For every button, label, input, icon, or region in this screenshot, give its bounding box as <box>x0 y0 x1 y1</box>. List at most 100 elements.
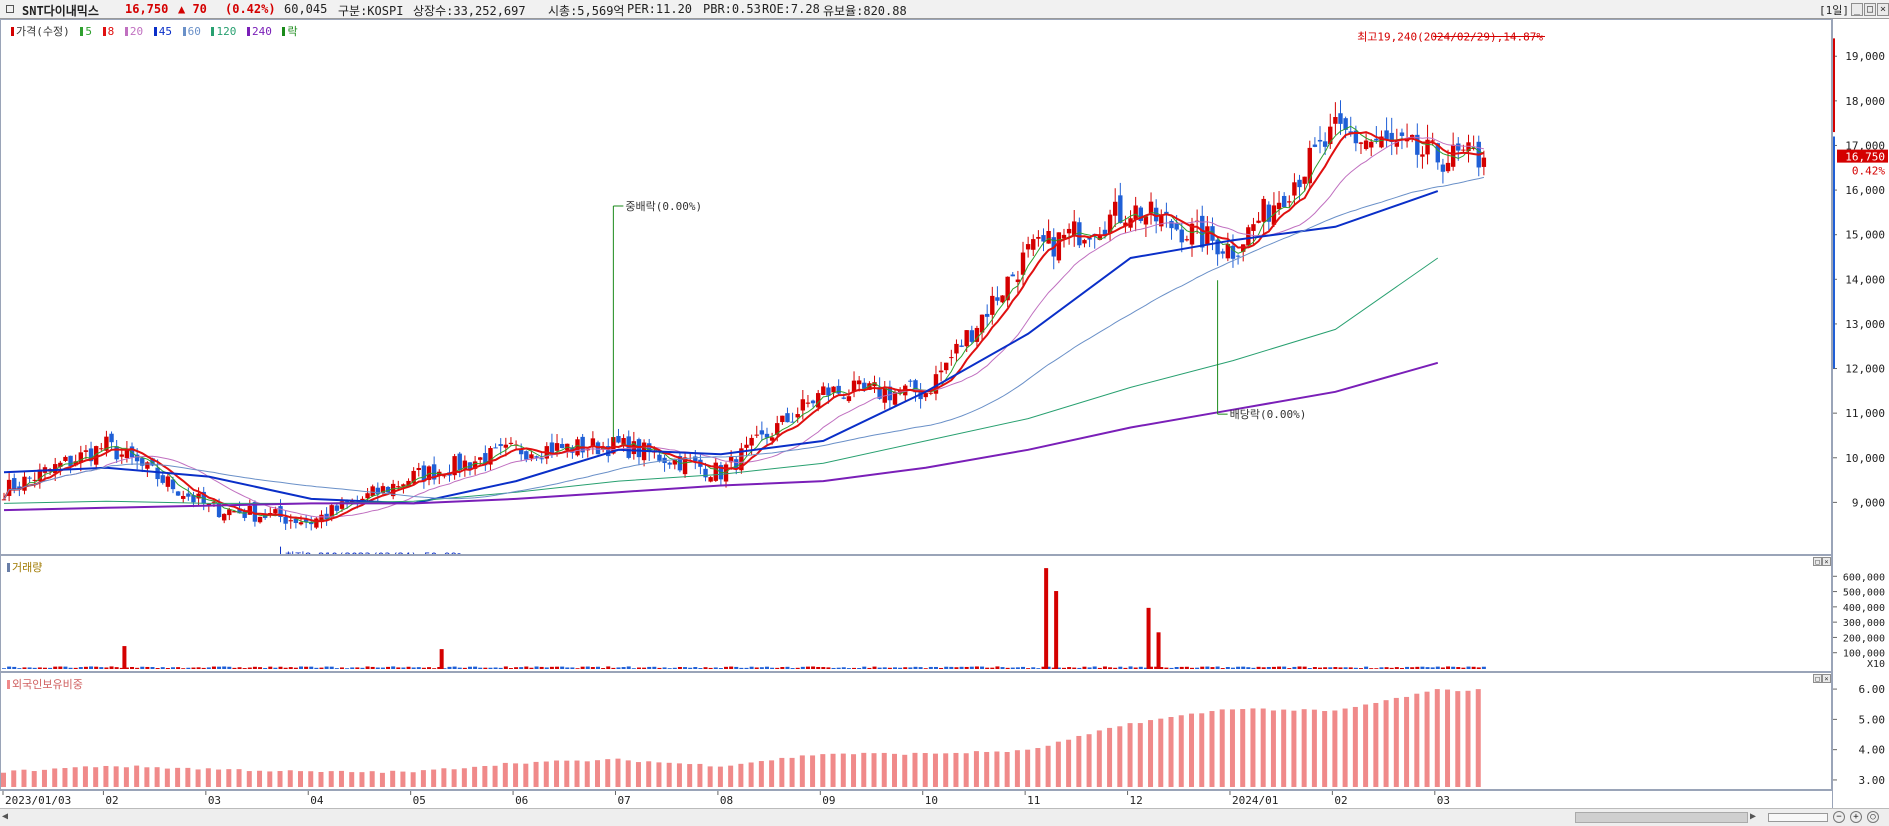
volume-bar <box>32 667 37 669</box>
volume-bar <box>831 667 836 669</box>
foreign-ratio-chart[interactable] <box>1 673 1831 789</box>
foreign-ratio-bar <box>922 753 928 787</box>
candle-body <box>498 444 503 446</box>
minimize-button[interactable]: _ <box>1851 3 1863 16</box>
volume-bar <box>1343 667 1348 669</box>
foreign-pane-min-button[interactable]: □ <box>1813 674 1822 683</box>
candle-body <box>785 413 790 423</box>
foreign-scale[interactable]: 6.00 5.00 4.00 3.00 <box>1832 672 1889 790</box>
foreign-ratio-bar <box>1158 718 1164 787</box>
close-button[interactable]: × <box>1877 3 1889 16</box>
foreign-ratio-bar <box>226 769 232 787</box>
foreign-ratio-bar <box>646 761 652 787</box>
price-scale[interactable]: 19,000 18,000 17,000 16,000 15,000 14,000 13,0… <box>1832 19 1889 555</box>
volume-bar <box>355 667 360 669</box>
volume-bar <box>990 667 995 669</box>
volume-bar <box>12 666 17 669</box>
foreign-ratio-bar <box>1383 700 1389 787</box>
volume-pane-close-button[interactable]: × <box>1822 557 1831 566</box>
volume-bar <box>980 666 985 669</box>
volume-bar <box>104 667 109 669</box>
volume-bar <box>211 666 216 669</box>
chart-scrollbar[interactable]: ◀ ▶ − + ○ <box>0 808 1889 826</box>
foreign-ratio-bar <box>1342 708 1348 787</box>
foreign-ratio-bar <box>175 767 181 787</box>
foreign-ratio-bar <box>973 751 979 787</box>
volume-bar <box>94 666 99 669</box>
candle-body <box>1205 226 1210 246</box>
zoom-in-icon[interactable]: + <box>1850 811 1862 823</box>
volume-bar <box>1466 666 1471 669</box>
candle-body <box>181 495 186 499</box>
volume-bar <box>350 667 355 669</box>
candle-body <box>657 454 662 461</box>
candle-body <box>1025 244 1031 250</box>
foreign-pane-close-button[interactable]: × <box>1822 674 1831 683</box>
volume-bar <box>1118 666 1123 669</box>
volume-pane[interactable]: 거래량 □ × <box>0 555 1832 672</box>
volume-tick-label: 500,000 <box>1843 588 1885 599</box>
candle-body <box>995 297 1000 301</box>
volume-pane-min-button[interactable]: □ <box>1813 557 1822 566</box>
foreign-ratio-bar <box>1035 748 1041 787</box>
candle-body <box>754 434 759 436</box>
candle-body <box>1430 140 1435 142</box>
scroll-right-arrow[interactable]: ▶ <box>1750 811 1756 822</box>
scroll-left-arrow[interactable]: ◀ <box>2 811 8 822</box>
price-tick-label: 19,000 <box>1845 50 1885 63</box>
shares-label: 상장수:33,252,697 <box>413 4 526 18</box>
price-pane[interactable]: 최고19,240(2024/02/29),14.87% 최저8,210(2023/… <box>0 19 1832 555</box>
scroll-thumb[interactable] <box>1575 812 1748 823</box>
candle-body <box>1292 182 1297 196</box>
volume-bar <box>575 668 580 669</box>
volume-bar <box>1179 666 1184 669</box>
candle-body <box>109 433 114 443</box>
volume-bar <box>1420 666 1425 669</box>
foreign-ratio-pane[interactable]: 외국인보유비중 □ × <box>0 672 1832 790</box>
zoom-out-icon[interactable]: − <box>1833 811 1845 823</box>
volume-bar <box>887 667 892 669</box>
candle-body <box>759 430 765 435</box>
candle-body <box>524 451 529 460</box>
legend-ma5: 5 <box>85 25 92 38</box>
foreign-ratio-bar <box>523 763 529 787</box>
volume-bar <box>596 666 600 669</box>
volume-bar <box>1000 667 1005 669</box>
foreign-ratio-bar <box>635 762 641 787</box>
volume-bar <box>68 667 73 669</box>
range-slider[interactable] <box>1768 813 1828 822</box>
volume-bar <box>1405 666 1410 669</box>
stock-name[interactable]: SNT다이내믹스 <box>22 2 99 19</box>
volume-bar <box>78 667 83 669</box>
volume-bar <box>268 666 273 669</box>
volume-bar <box>1399 667 1404 669</box>
volume-bar <box>1435 666 1440 669</box>
zoom-reset-icon[interactable]: ○ <box>1867 811 1879 823</box>
volume-scale[interactable]: 600,000 500,000 400,000 300,000 200,000 100,0… <box>1832 555 1889 672</box>
price-tick-label: 12,000 <box>1845 363 1885 376</box>
maximize-button[interactable]: □ <box>1864 3 1876 16</box>
period-label[interactable]: [1일] <box>1819 2 1849 18</box>
candle-body <box>1312 144 1318 147</box>
legend-price: 가격(수정) <box>16 25 70 38</box>
candle-body <box>1307 147 1312 184</box>
price-chart[interactable]: 최고19,240(2024/02/29),14.87% 최저8,210(2023/… <box>1 20 1831 554</box>
candle-body <box>908 380 913 382</box>
candle-body <box>1179 229 1184 243</box>
volume-peak-bar <box>1146 607 1151 669</box>
foreign-ratio-bar <box>932 753 938 787</box>
foreign-ratio-bar <box>1301 709 1307 787</box>
volume-chart[interactable] <box>1 556 1831 671</box>
volume-bar <box>155 668 160 669</box>
volume-bar <box>534 666 539 669</box>
volume-bar <box>636 667 641 669</box>
foreign-ratio-bar <box>605 759 611 787</box>
volume-bar <box>590 667 595 669</box>
foreign-ratio-bar <box>656 762 662 787</box>
candle-body <box>1276 202 1282 210</box>
candle-body <box>1020 252 1026 275</box>
candle-body <box>846 396 852 402</box>
foreign-ratio-bar <box>72 767 78 787</box>
candle-body <box>1036 236 1041 239</box>
date-tick-label: 03 <box>208 794 221 807</box>
